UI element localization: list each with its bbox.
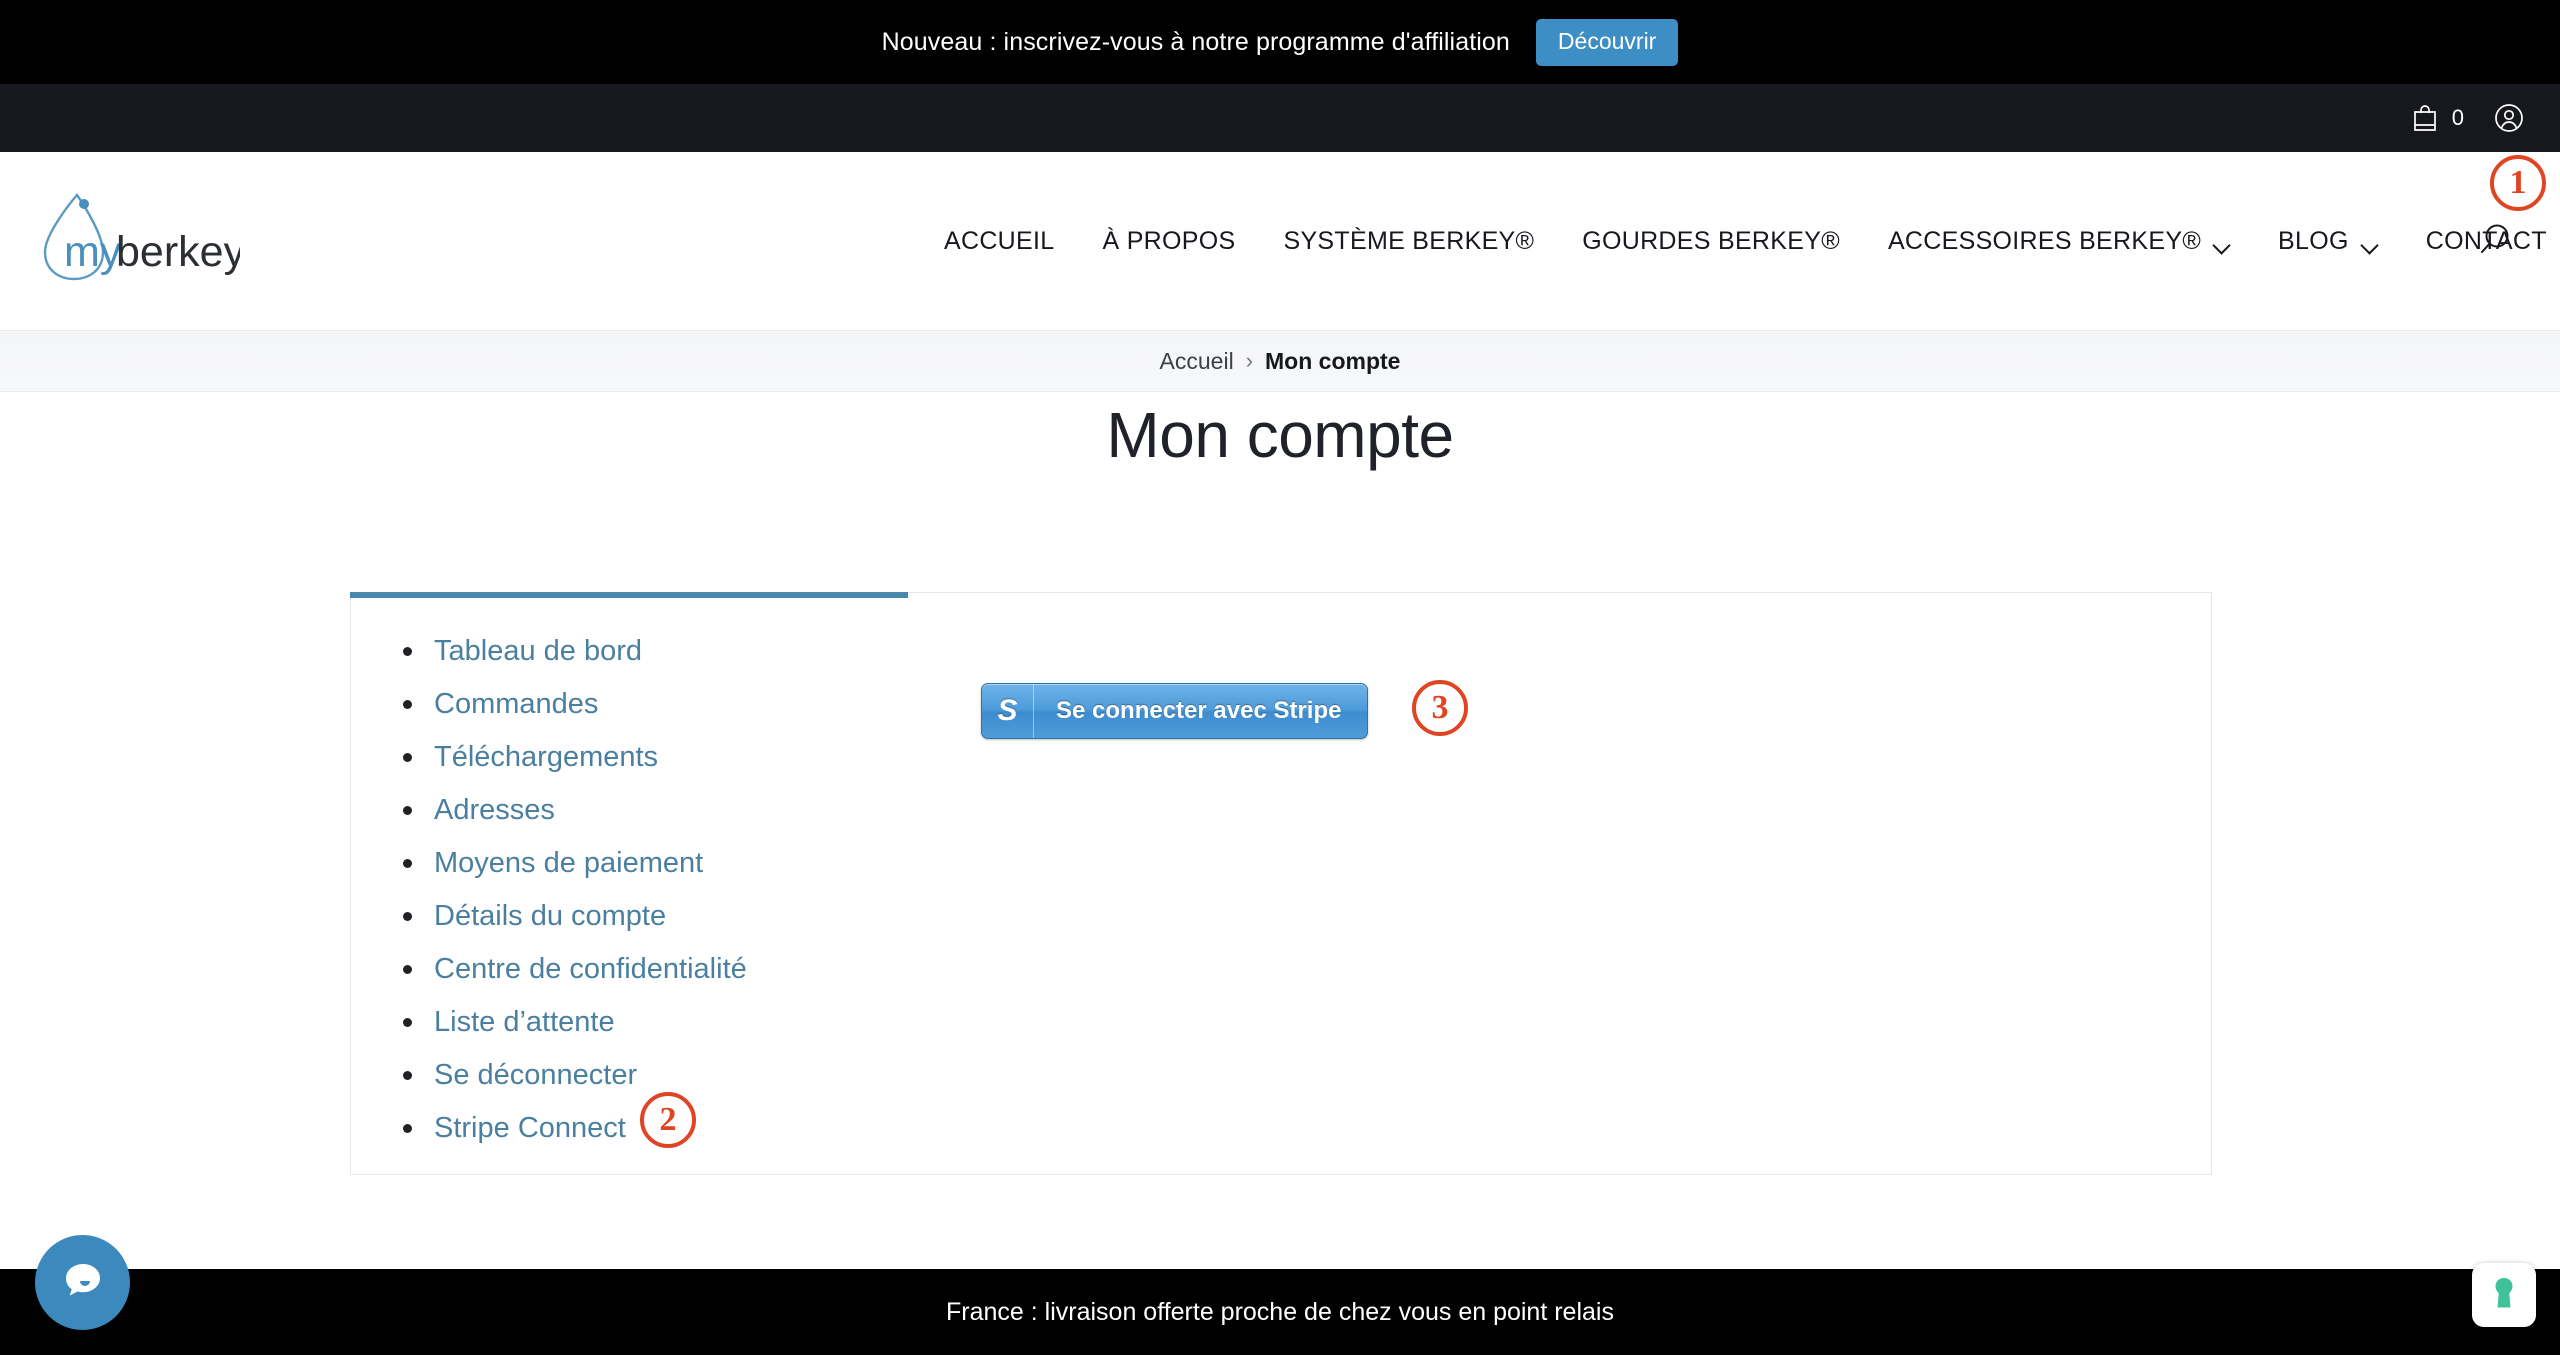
bullet-icon xyxy=(403,647,412,656)
utility-bar: 0 xyxy=(0,84,2560,152)
bullet-icon xyxy=(403,912,412,921)
connect-with-stripe-button[interactable]: S Se connecter avec Stripe xyxy=(981,683,1369,739)
nav-label: BLOG xyxy=(2278,226,2349,255)
bullet-icon xyxy=(403,700,412,709)
nav-label: GOURDES BERKEY® xyxy=(1582,226,1840,255)
nav-item-a-propos[interactable]: À PROPOS xyxy=(1078,227,1259,256)
promo-discover-button[interactable]: Découvrir xyxy=(1535,18,1679,66)
bullet-icon xyxy=(403,965,412,974)
chat-widget-button[interactable] xyxy=(35,1235,130,1330)
svg-text:my: my xyxy=(64,228,122,276)
cart-button[interactable]: 0 xyxy=(2412,104,2464,132)
bullet-icon xyxy=(403,1071,412,1080)
footer-text: France : livraison offerte proche de che… xyxy=(946,1297,1614,1326)
nav-item-accueil[interactable]: ACCUEIL xyxy=(920,227,1078,256)
account-menu-label[interactable]: Centre de confidentialité xyxy=(434,953,747,986)
account-menu-item-stripe-connect[interactable]: Stripe Connect xyxy=(403,1112,747,1145)
site-logo[interactable]: my berkey xyxy=(30,178,246,288)
account-menu-item-tableau-de-bord[interactable]: Tableau de bord xyxy=(403,635,747,668)
account-menu-label[interactable]: Moyens de paiement xyxy=(434,847,703,880)
connect-with-stripe-label: Se connecter avec Stripe xyxy=(1056,697,1342,724)
bullet-icon xyxy=(403,1018,412,1027)
account-menu-label[interactable]: Liste d’attente xyxy=(434,1006,615,1039)
breadcrumb-current: Mon compte xyxy=(1265,347,1401,374)
account-menu-item-adresses[interactable]: Adresses xyxy=(403,794,747,827)
site-header: my berkey ACCUEIL À PROPOS SYSTÈME BERKE… xyxy=(0,152,2560,330)
account-menu: Tableau de bord Commandes Téléchargement… xyxy=(403,635,747,1165)
chat-bubble-icon xyxy=(57,1254,109,1311)
nav-item-accessoires-berkey[interactable]: ACCESSOIRES BERKEY® xyxy=(1864,227,2254,256)
bullet-icon xyxy=(403,1124,412,1133)
nav-item-blog[interactable]: BLOG xyxy=(2254,227,2402,256)
breadcrumb-separator: › xyxy=(1245,348,1254,373)
account-button[interactable] xyxy=(2494,103,2524,133)
account-menu-label[interactable]: Stripe Connect xyxy=(434,1112,626,1145)
keyhole-icon xyxy=(2489,1275,2519,1316)
account-menu-item-details-du-compte[interactable]: Détails du compte xyxy=(403,900,747,933)
shopping-bag-icon xyxy=(2412,104,2438,132)
cart-count: 0 xyxy=(2451,105,2464,130)
bullet-icon xyxy=(403,753,412,762)
account-menu-item-centre-de-confidentialite[interactable]: Centre de confidentialité xyxy=(403,953,747,986)
promo-banner: Nouveau : inscrivez-vous à notre program… xyxy=(0,0,2560,84)
main-navigation: ACCUEIL À PROPOS SYSTÈME BERKEY® GOURDES… xyxy=(920,152,2560,330)
account-menu-item-se-deconnecter[interactable]: Se déconnecter xyxy=(403,1059,747,1092)
privacy-widget-button[interactable] xyxy=(2472,1263,2536,1327)
nav-label: SYSTÈME BERKEY® xyxy=(1283,226,1535,255)
account-menu-label[interactable]: Commandes xyxy=(434,688,598,721)
account-menu-item-liste-d-attente[interactable]: Liste d’attente xyxy=(403,1006,747,1039)
account-menu-label[interactable]: Détails du compte xyxy=(434,900,666,933)
account-card: Tableau de bord Commandes Téléchargement… xyxy=(350,592,2212,1175)
bullet-icon xyxy=(403,859,412,868)
account-menu-label[interactable]: Tableau de bord xyxy=(434,635,642,668)
account-menu-item-commandes[interactable]: Commandes xyxy=(403,688,747,721)
chevron-down-icon xyxy=(2214,239,2230,248)
search-icon xyxy=(2475,220,2515,263)
account-menu-item-telechargements[interactable]: Téléchargements xyxy=(403,741,747,774)
account-menu-label[interactable]: Se déconnecter xyxy=(434,1059,637,1092)
card-accent-bar xyxy=(350,592,908,598)
breadcrumb-home-link[interactable]: Accueil xyxy=(1160,348,1234,375)
breadcrumb: Accueil › Mon compte xyxy=(0,330,2560,392)
page-root: Nouveau : inscrivez-vous à notre program… xyxy=(0,0,2560,1355)
nav-item-systeme-berkey[interactable]: SYSTÈME BERKEY® xyxy=(1259,227,1558,256)
account-menu-label[interactable]: Adresses xyxy=(434,794,555,827)
stripe-s-icon: S xyxy=(982,684,1034,738)
footer-banner: France : livraison offerte proche de che… xyxy=(0,1269,2560,1355)
user-circle-icon xyxy=(2494,103,2524,133)
account-menu-label[interactable]: Téléchargements xyxy=(434,741,658,774)
svg-text:berkey: berkey xyxy=(116,228,240,276)
page-title: Mon compte xyxy=(1106,399,1454,471)
nav-label: À PROPOS xyxy=(1102,226,1236,255)
promo-banner-text: Nouveau : inscrivez-vous à notre program… xyxy=(881,27,1510,56)
nav-item-gourdes-berkey[interactable]: GOURDES BERKEY® xyxy=(1558,227,1864,256)
chevron-down-icon xyxy=(2362,239,2378,248)
nav-label: ACCUEIL xyxy=(944,226,1055,255)
account-menu-item-moyens-de-paiement[interactable]: Moyens de paiement xyxy=(403,847,747,880)
bullet-icon xyxy=(403,806,412,815)
search-button[interactable] xyxy=(2460,206,2530,276)
nav-label: ACCESSOIRES BERKEY® xyxy=(1887,226,2202,255)
